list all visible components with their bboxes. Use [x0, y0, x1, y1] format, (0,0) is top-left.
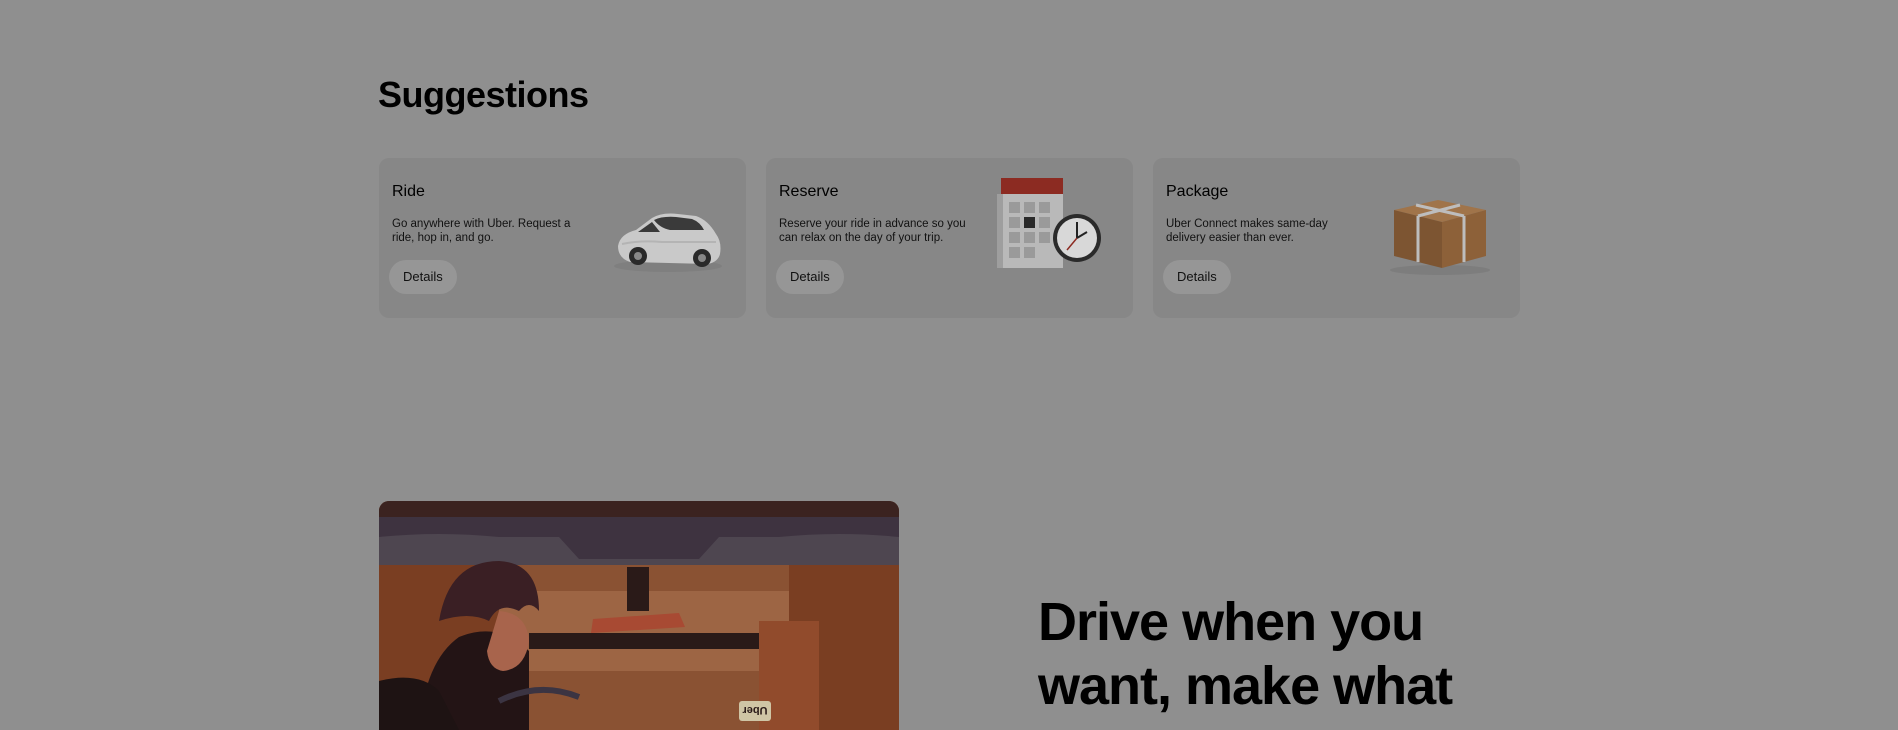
uber-sign-text: Uber	[742, 704, 768, 716]
card-description: Go anywhere with Uber. Request a ride, h…	[392, 218, 571, 244]
package-icon	[1390, 200, 1490, 275]
card-description: Reserve your ride in advance so you can …	[779, 218, 966, 244]
suggestions-cards: Ride Go anywhere with Uber. Request a ri…	[379, 158, 1520, 318]
suggestion-card-reserve[interactable]: Reserve Reserve your ride in advance so …	[766, 158, 1133, 318]
suggestion-card-ride[interactable]: Ride Go anywhere with Uber. Request a ri…	[379, 158, 746, 318]
ride-details-button[interactable]: Details	[389, 260, 457, 294]
card-title: Reserve	[779, 183, 839, 200]
car-icon	[614, 213, 722, 272]
drive-illustration: Uber	[379, 501, 899, 730]
page: Suggestions Ride Go anywhere with Uber. …	[0, 0, 1898, 730]
suggestions-title: Suggestions	[378, 74, 589, 115]
card-title: Package	[1166, 183, 1229, 200]
reserve-details-button[interactable]: Details	[776, 260, 844, 294]
card-title: Ride	[392, 183, 425, 200]
drive-heading: Drive when you want, make what	[1038, 592, 1453, 716]
card-description: Uber Connect makes same-day delivery eas…	[1166, 218, 1328, 244]
package-details-button[interactable]: Details	[1163, 260, 1231, 294]
suggestion-card-package[interactable]: Package Uber Connect makes same-day deli…	[1153, 158, 1520, 318]
calendar-clock-icon	[997, 178, 1101, 268]
